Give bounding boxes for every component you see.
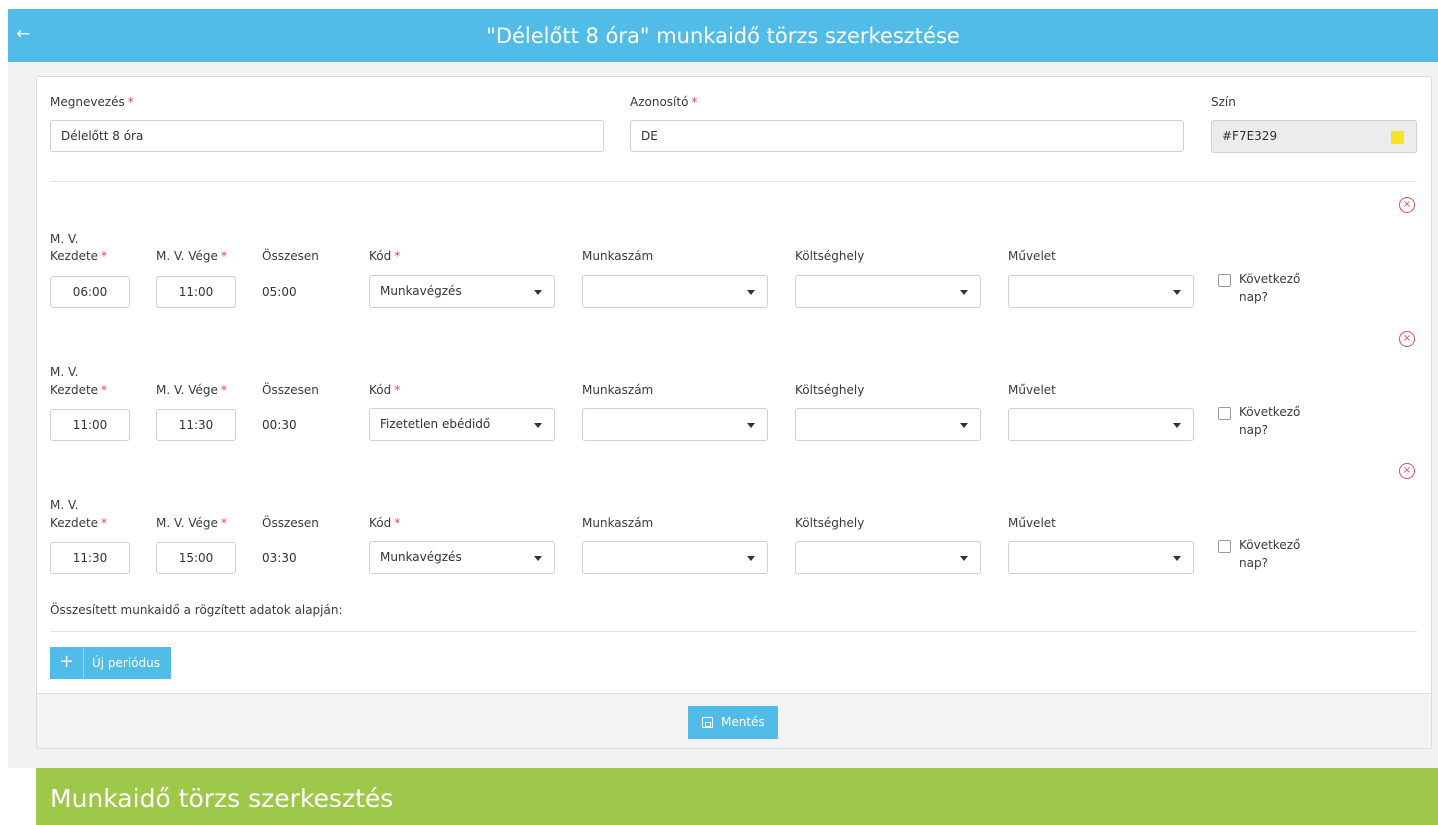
job-number-label: Munkaszám xyxy=(582,249,654,263)
chevron-down-icon xyxy=(534,290,542,295)
operation-select[interactable] xyxy=(1008,541,1194,574)
next-day-checkbox[interactable] xyxy=(1218,407,1231,420)
next-day-checkbox[interactable] xyxy=(1218,274,1231,287)
chevron-down-icon xyxy=(960,423,968,428)
end-time-input[interactable]: 11:30 xyxy=(156,409,236,441)
start-label-line1: M. V. xyxy=(50,365,79,379)
code-select[interactable]: Munkavégzés xyxy=(369,541,555,574)
total-label: Összesen xyxy=(262,249,319,263)
next-day-label-line2: nap? xyxy=(1239,556,1268,570)
chevron-down-icon xyxy=(960,290,968,295)
end-label: M. V. Vége * xyxy=(156,516,227,530)
remove-period-icon[interactable]: × xyxy=(1399,463,1415,479)
page-title: "Délelőtt 8 óra" munkaidő törzs szerkesz… xyxy=(486,24,960,48)
job-number-select[interactable] xyxy=(582,408,768,441)
end-time-input[interactable]: 11:00 xyxy=(156,276,236,308)
chevron-down-icon xyxy=(1173,423,1181,428)
next-day-label-line2: nap? xyxy=(1239,423,1268,437)
cost-center-label: Költséghely xyxy=(795,516,865,530)
chevron-down-icon xyxy=(747,556,755,561)
end-time-input[interactable]: 15:00 xyxy=(156,542,236,574)
summary-text: Összesített munkaidő a rögzített adatok … xyxy=(50,603,343,617)
start-label-line1: M. V. xyxy=(50,498,79,512)
chevron-down-icon xyxy=(747,423,755,428)
chevron-down-icon xyxy=(1173,556,1181,561)
code-select-value: Munkavégzés xyxy=(380,550,462,564)
name-input[interactable]: Délelőtt 8 óra xyxy=(50,120,604,152)
chevron-down-icon xyxy=(534,556,542,561)
code-label: Kód * xyxy=(369,383,401,397)
save-button[interactable]: Mentés xyxy=(688,706,778,739)
remove-period-icon[interactable]: × xyxy=(1399,197,1415,213)
total-value: 03:30 xyxy=(262,551,297,565)
next-day-label-line2: nap? xyxy=(1239,290,1268,304)
operation-label: Művelet xyxy=(1008,249,1056,263)
code-select-value: Munkavégzés xyxy=(380,284,462,298)
start-time-input[interactable]: 11:30 xyxy=(50,542,130,574)
job-number-label: Munkaszám xyxy=(582,516,654,530)
cost-center-select[interactable] xyxy=(795,408,981,441)
save-icon xyxy=(702,717,713,728)
id-input[interactable]: DE xyxy=(630,120,1184,152)
cost-center-label: Költséghely xyxy=(795,383,865,397)
job-number-select[interactable] xyxy=(582,275,768,308)
code-select[interactable]: Munkavégzés xyxy=(369,275,555,308)
remove-period-icon[interactable]: × xyxy=(1399,331,1415,347)
code-select[interactable]: Fizetetlen ebédidő xyxy=(369,408,555,441)
divider xyxy=(50,181,1417,182)
add-period-label: Új periódus xyxy=(92,656,161,670)
operation-select[interactable] xyxy=(1008,408,1194,441)
title-bar: ← "Délelőtt 8 óra" munkaidő törzs szerke… xyxy=(8,9,1438,62)
total-value: 05:00 xyxy=(262,285,297,299)
code-label: Kód * xyxy=(369,516,401,530)
section-banner: Munkaidő törzs szerkesztés xyxy=(36,768,1438,825)
start-label: Kezdete * xyxy=(50,383,108,397)
total-label: Összesen xyxy=(262,383,319,397)
plus-icon: + xyxy=(50,647,84,679)
operation-label: Művelet xyxy=(1008,383,1056,397)
save-label: Mentés xyxy=(721,715,765,729)
color-picker-button[interactable] xyxy=(1379,120,1417,153)
chevron-down-icon xyxy=(534,423,542,428)
top-strip xyxy=(0,0,1438,9)
cost-center-label: Költséghely xyxy=(795,249,865,263)
start-label: Kezdete * xyxy=(50,249,108,263)
operation-label: Művelet xyxy=(1008,516,1056,530)
job-number-label: Munkaszám xyxy=(582,383,654,397)
color-swatch xyxy=(1391,131,1404,144)
color-input[interactable]: #F7E329 xyxy=(1211,120,1380,153)
end-label: M. V. Vége * xyxy=(156,383,227,397)
cost-center-select[interactable] xyxy=(795,275,981,308)
chevron-down-icon xyxy=(960,556,968,561)
code-label: Kód * xyxy=(369,249,401,263)
id-label: Azonosító * xyxy=(630,95,698,109)
job-number-select[interactable] xyxy=(582,541,768,574)
chevron-down-icon xyxy=(747,290,755,295)
section-banner-title: Munkaidő törzs szerkesztés xyxy=(50,784,394,813)
start-time-input[interactable]: 11:00 xyxy=(50,409,130,441)
start-label-line1: M. V. xyxy=(50,232,79,246)
code-select-value: Fizetetlen ebédidő xyxy=(380,417,491,431)
cost-center-select[interactable] xyxy=(795,541,981,574)
end-label: M. V. Vége * xyxy=(156,249,227,263)
add-period-button[interactable]: + Új periódus xyxy=(50,647,171,679)
start-label: Kezdete * xyxy=(50,516,108,530)
start-time-input[interactable]: 06:00 xyxy=(50,276,130,308)
operation-select[interactable] xyxy=(1008,275,1194,308)
name-label: Megnevezés * xyxy=(50,95,134,109)
color-label: Szín xyxy=(1211,95,1236,109)
total-value: 00:30 xyxy=(262,418,297,432)
chevron-down-icon xyxy=(1173,290,1181,295)
total-label: Összesen xyxy=(262,516,319,530)
divider xyxy=(50,631,1417,632)
next-day-checkbox[interactable] xyxy=(1218,540,1231,553)
